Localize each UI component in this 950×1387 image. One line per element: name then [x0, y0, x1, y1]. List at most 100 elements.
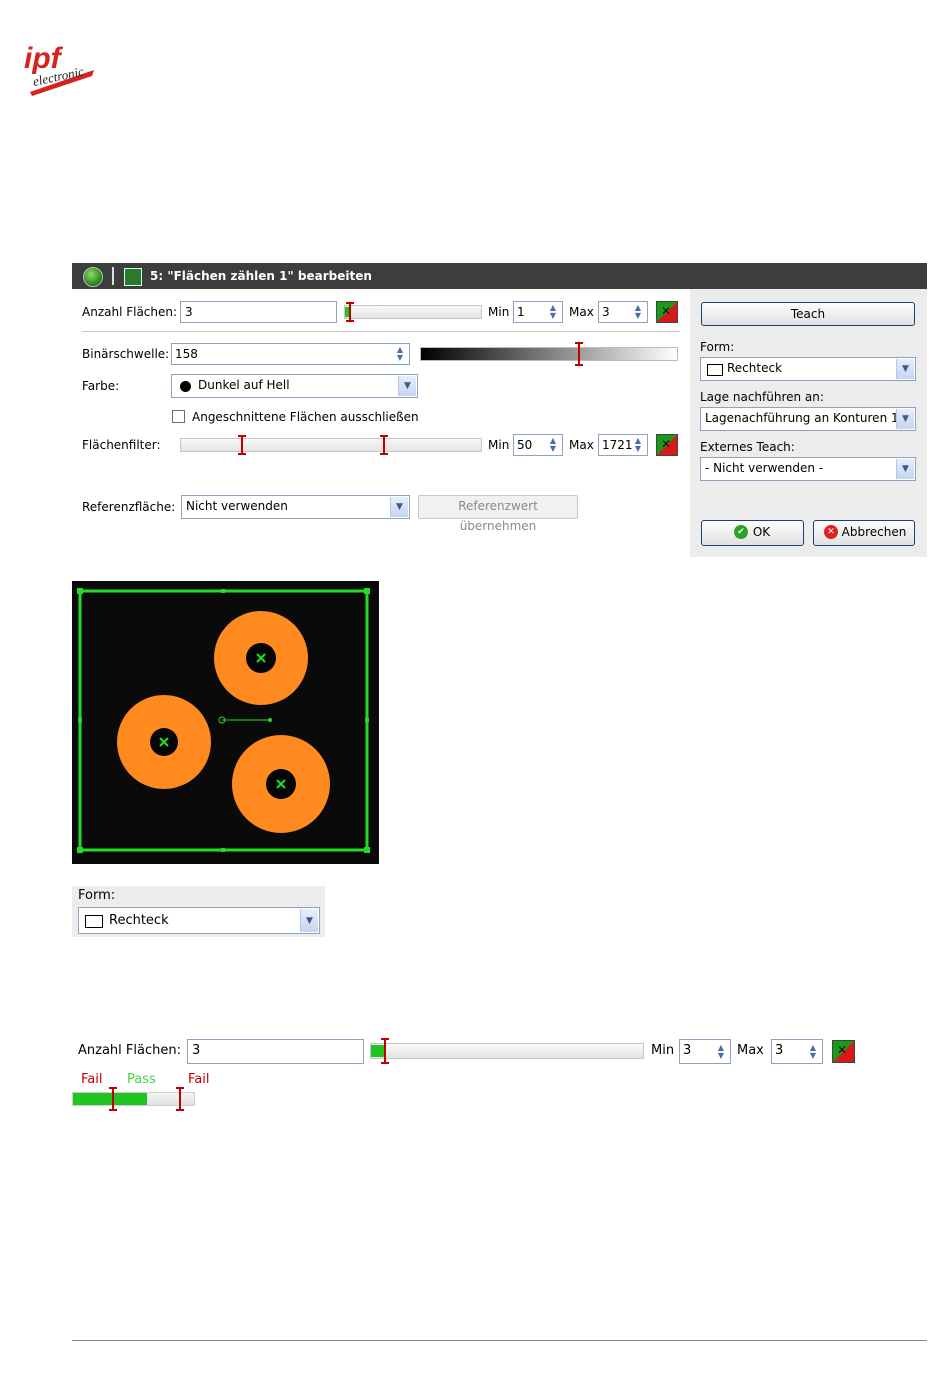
- legend-bar-fill: [73, 1093, 147, 1105]
- anzahl-crop-slider-fill: [371, 1045, 385, 1057]
- farbe-select[interactable]: Dunkel auf Hell ▼: [171, 374, 418, 398]
- footer-rule: [72, 1340, 927, 1341]
- legend-fail-left: Fail: [81, 1072, 103, 1087]
- legend-fail-right: Fail: [188, 1072, 210, 1087]
- form-crop-value: Rechteck: [109, 913, 169, 928]
- cancel-label: Abbrechen: [841, 525, 907, 539]
- flaechenfilter-min-label: Min: [488, 438, 510, 452]
- anzahl-flaechen-label: Anzahl Flächen:: [82, 305, 178, 319]
- angeschnitten-checkbox[interactable]: [172, 410, 185, 423]
- anzahl-crop-slider-marker[interactable]: [381, 1038, 389, 1064]
- extern-select[interactable]: - Nicht verwenden - ▼: [700, 457, 916, 481]
- lage-select[interactable]: Lagenachführung an Konturen 1 ▼: [700, 407, 916, 431]
- anzahl-crop-value: 3: [187, 1039, 364, 1064]
- chevron-down-icon[interactable]: ▼: [896, 359, 914, 379]
- spin-arrows-icon[interactable]: ▲ ▼: [806, 1044, 820, 1060]
- anzahl-crop-max-label: Max: [737, 1043, 764, 1058]
- anzahl-crop-min-value: 3: [683, 1043, 692, 1058]
- anzahl-crop-min-stepper[interactable]: 3 ▲ ▼: [679, 1039, 731, 1064]
- chevron-down-icon[interactable]: ▼: [896, 409, 914, 429]
- teach-button[interactable]: Teach: [701, 302, 915, 326]
- farbe-label: Farbe:: [82, 379, 120, 393]
- camera-image: [72, 581, 379, 864]
- legend-pass: Pass: [127, 1072, 156, 1087]
- legend-max-marker: [176, 1087, 184, 1111]
- flaechenfilter-max-value: 1721: [602, 438, 633, 452]
- dialog-titlebar: 5: "Flächen zählen 1" bearbeiten: [72, 263, 927, 289]
- form-value: Rechteck: [727, 361, 783, 375]
- ok-button[interactable]: ✔ OK: [701, 520, 804, 546]
- anzahl-slider-marker[interactable]: [346, 302, 354, 322]
- flaechenfilter-max-label: Max: [569, 438, 594, 452]
- flaechenfilter-max-marker[interactable]: [380, 435, 388, 455]
- referenzflaeche-value: Nicht verwenden: [186, 499, 288, 513]
- titlebar-separator: [112, 267, 114, 285]
- dialog-title: 5: "Flächen zählen 1" bearbeiten: [150, 269, 372, 283]
- flaechenfilter-label: Flächenfilter:: [82, 438, 161, 452]
- ok-label: OK: [752, 525, 771, 539]
- status-ball-icon[interactable]: [83, 267, 103, 287]
- chevron-down-icon[interactable]: ▼: [390, 497, 408, 517]
- spin-arrows-icon[interactable]: ▲ ▼: [546, 437, 560, 453]
- lage-label: Lage nachführen an:: [700, 390, 824, 404]
- form-select[interactable]: Rechteck ▼: [700, 357, 916, 381]
- anzahl-max-label: Max: [569, 305, 594, 319]
- legend-bar: [72, 1087, 195, 1111]
- referenzflaeche-label: Referenzfläche:: [82, 500, 176, 514]
- anzahl-max-value: 3: [602, 305, 610, 319]
- flaechenfilter-max-stepper[interactable]: 1721 ▲ ▼: [598, 434, 648, 456]
- anzahl-result-toggle-icon[interactable]: [656, 301, 678, 323]
- binaerschwelle-stepper[interactable]: 158 ▲ ▼: [171, 343, 410, 365]
- spin-arrows-icon[interactable]: ▲ ▼: [546, 304, 560, 320]
- chevron-down-icon[interactable]: ▼: [398, 376, 416, 396]
- anzahl-flaechen-slider[interactable]: [344, 302, 482, 322]
- spin-arrows-icon[interactable]: ▲ ▼: [631, 304, 645, 320]
- angeschnitten-label: Angeschnittene Flächen ausschließen: [192, 410, 419, 424]
- spin-arrows-icon[interactable]: ▲ ▼: [714, 1044, 728, 1060]
- anzahl-min-value: 1: [517, 305, 525, 319]
- ipf-logo-graphic: ipf electronic: [24, 42, 94, 96]
- form-label: Form:: [700, 340, 735, 354]
- anzahl-flaechen-value: 3: [180, 301, 337, 323]
- referenzflaeche-select[interactable]: Nicht verwenden ▼: [181, 495, 410, 519]
- rectangle-icon: [707, 364, 723, 376]
- ipf-logo: ipf electronic: [22, 40, 102, 100]
- anzahl-crop-slider[interactable]: [370, 1038, 644, 1064]
- anzahl-crop-result-toggle-icon[interactable]: [832, 1040, 855, 1063]
- check-icon: ✔: [734, 525, 748, 539]
- flaechenfilter-min-stepper[interactable]: 50 ▲ ▼: [513, 434, 563, 456]
- referenzwert-uebernehmen-button[interactable]: Referenzwert übernehmen: [418, 495, 578, 533]
- flaechenfilter-slider[interactable]: [180, 435, 482, 455]
- flaechenfilter-min-marker[interactable]: [238, 435, 246, 455]
- rectangle-icon: [85, 915, 103, 928]
- extern-value: - Nicht verwenden -: [705, 461, 824, 475]
- dark-dot-icon: [180, 381, 191, 392]
- extern-label: Externes Teach:: [700, 440, 795, 454]
- chevron-down-icon[interactable]: ▼: [896, 459, 914, 479]
- anzahl-min-label: Min: [488, 305, 510, 319]
- flaechenfilter-min-value: 50: [517, 438, 533, 452]
- legend-min-marker: [109, 1087, 117, 1111]
- binaerschwelle-marker[interactable]: [575, 342, 583, 366]
- anzahl-min-stepper[interactable]: 1 ▲ ▼: [513, 301, 563, 323]
- anzahl-max-stepper[interactable]: 3 ▲ ▼: [598, 301, 648, 323]
- divider: [82, 331, 680, 332]
- binaerschwelle-value: 158: [175, 347, 198, 361]
- anzahl-crop-max-stepper[interactable]: 3 ▲ ▼: [771, 1039, 823, 1064]
- farbe-value: Dunkel auf Hell: [198, 378, 290, 392]
- chevron-down-icon[interactable]: ▼: [300, 909, 318, 932]
- lage-value: Lagenachführung an Konturen 1: [705, 411, 899, 425]
- form-crop-label: Form:: [78, 888, 116, 903]
- anzahl-crop-label: Anzahl Flächen:: [78, 1043, 181, 1058]
- anzahl-crop-min-label: Min: [651, 1043, 675, 1058]
- tool-node-icon: [124, 268, 142, 286]
- flaechenfilter-result-toggle-icon[interactable]: [656, 434, 678, 456]
- cancel-x-icon: ✕: [824, 525, 838, 539]
- spin-arrows-icon[interactable]: ▲ ▼: [393, 346, 407, 362]
- binaerschwelle-gradient-slider[interactable]: [420, 342, 678, 366]
- spin-arrows-icon[interactable]: ▲ ▼: [631, 437, 645, 453]
- form-crop-select[interactable]: Rechteck ▼: [78, 907, 320, 934]
- cancel-button[interactable]: ✕ Abbrechen: [813, 520, 915, 546]
- camera-image-graphic: [72, 581, 379, 864]
- binaerschwelle-label: Binärschwelle:: [82, 347, 170, 361]
